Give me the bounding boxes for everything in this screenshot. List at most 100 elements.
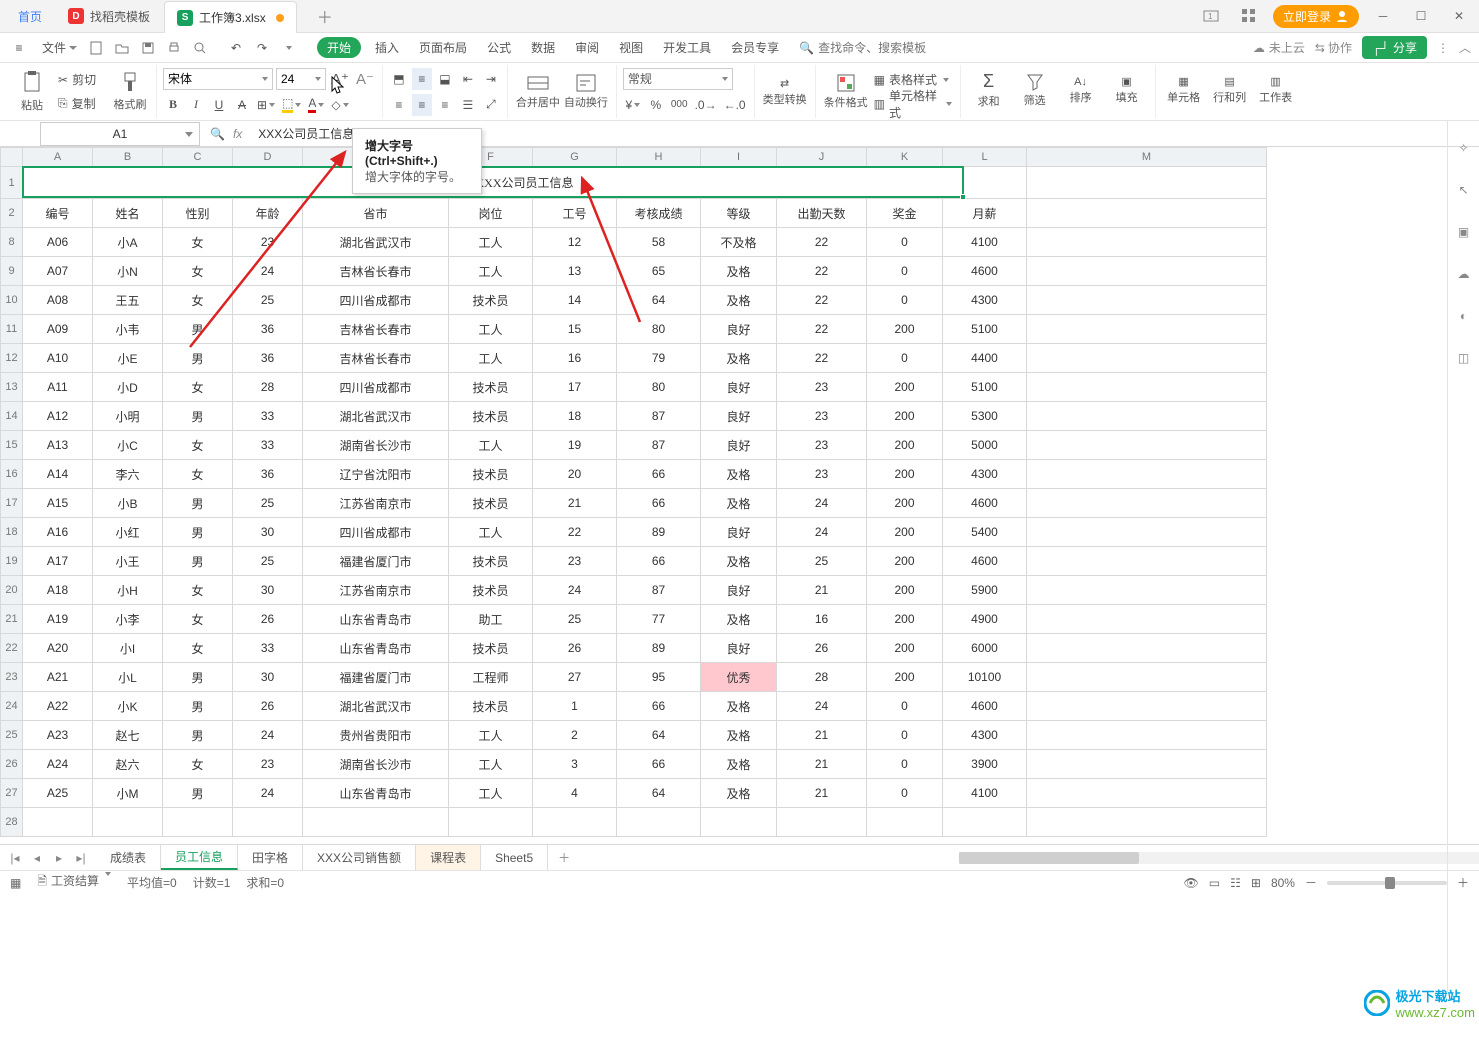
row-header[interactable]: 14 xyxy=(1,402,23,431)
fill-color-button[interactable]: ⬚ xyxy=(280,94,303,116)
sum-button[interactable]: Σ求和 xyxy=(967,65,1011,115)
row-header[interactable]: 8 xyxy=(1,228,23,257)
cell[interactable]: 四川省成都市 xyxy=(303,373,449,402)
cell[interactable]: 33 xyxy=(233,431,303,460)
cell[interactable]: 200 xyxy=(867,489,943,518)
cell[interactable]: A18 xyxy=(23,576,93,605)
cell[interactable]: 及格 xyxy=(701,547,777,576)
cell[interactable]: 36 xyxy=(233,460,303,489)
view-eye-icon[interactable]: 👁 xyxy=(1184,876,1199,890)
cell[interactable]: A07 xyxy=(23,257,93,286)
cell[interactable]: 吉林省长春市 xyxy=(303,315,449,344)
font-name-input[interactable] xyxy=(168,72,260,86)
cell[interactable]: 工人 xyxy=(449,257,533,286)
cell[interactable]: 25 xyxy=(777,547,867,576)
col-header[interactable]: I xyxy=(701,148,777,167)
cell[interactable]: 80 xyxy=(617,373,701,402)
cell[interactable]: 6000 xyxy=(943,634,1027,663)
command-search[interactable]: 🔍 xyxy=(799,41,938,55)
cell[interactable]: 小I xyxy=(93,634,163,663)
cell[interactable]: 小B xyxy=(93,489,163,518)
cell[interactable]: A24 xyxy=(23,750,93,779)
cell[interactable] xyxy=(1027,167,1267,199)
row-header[interactable]: 24 xyxy=(1,692,23,721)
cell[interactable]: 200 xyxy=(867,431,943,460)
cell[interactable]: 男 xyxy=(163,489,233,518)
cell[interactable]: 4100 xyxy=(943,228,1027,257)
cell[interactable]: A17 xyxy=(23,547,93,576)
cell[interactable]: 17 xyxy=(533,373,617,402)
cell[interactable]: 山东省青岛市 xyxy=(303,605,449,634)
cell[interactable] xyxy=(1027,692,1267,721)
decimal-dec-button[interactable]: ←.0 xyxy=(722,94,748,116)
cell[interactable]: 24 xyxy=(233,779,303,808)
cell[interactable]: 30 xyxy=(233,576,303,605)
sheet-tab[interactable]: 课程表 xyxy=(416,845,481,870)
select-all-corner[interactable] xyxy=(1,148,23,167)
app-menu-icon[interactable]: ≡ xyxy=(8,37,30,59)
cell[interactable]: 66 xyxy=(617,692,701,721)
cell[interactable]: 22 xyxy=(777,228,867,257)
cell[interactable]: 工人 xyxy=(449,518,533,547)
cell[interactable]: 及格 xyxy=(701,344,777,373)
cell[interactable]: 女 xyxy=(163,634,233,663)
cell[interactable] xyxy=(1027,199,1267,228)
cell[interactable]: A10 xyxy=(23,344,93,373)
bold-button[interactable]: B xyxy=(163,94,183,116)
cell[interactable]: 工人 xyxy=(449,779,533,808)
cell[interactable]: 200 xyxy=(867,605,943,634)
col-header[interactable]: M xyxy=(1027,148,1267,167)
row-header[interactable]: 27 xyxy=(1,779,23,808)
cell[interactable]: 26 xyxy=(233,605,303,634)
cell[interactable]: 考核成绩 xyxy=(617,199,701,228)
cell[interactable]: 28 xyxy=(233,373,303,402)
decimal-inc-button[interactable]: .0→ xyxy=(693,94,719,116)
cell[interactable]: 小C xyxy=(93,431,163,460)
cell[interactable]: 男 xyxy=(163,518,233,547)
cell[interactable]: 87 xyxy=(617,576,701,605)
cell[interactable]: 26 xyxy=(533,634,617,663)
row-header[interactable]: 25 xyxy=(1,721,23,750)
file-menu[interactable]: 文件 xyxy=(34,39,85,56)
cell[interactable]: 23 xyxy=(233,750,303,779)
cell[interactable]: 良好 xyxy=(701,402,777,431)
cell[interactable] xyxy=(617,808,701,837)
cell[interactable]: 男 xyxy=(163,663,233,692)
cell[interactable]: A15 xyxy=(23,489,93,518)
cell[interactable]: 女 xyxy=(163,460,233,489)
row-header[interactable]: 23 xyxy=(1,663,23,692)
cell[interactable]: 小韦 xyxy=(93,315,163,344)
cell[interactable]: 女 xyxy=(163,257,233,286)
col-header[interactable]: K xyxy=(867,148,943,167)
new-tab-button[interactable]: ＋ xyxy=(299,1,351,31)
cell[interactable]: 1 xyxy=(533,692,617,721)
cell[interactable]: 22 xyxy=(777,315,867,344)
cell[interactable]: 23 xyxy=(777,402,867,431)
redo-button[interactable]: ↷ xyxy=(251,37,273,59)
tab-templates[interactable]: D 找稻壳模板 xyxy=(56,1,162,31)
cell[interactable]: 贵州省贵阳市 xyxy=(303,721,449,750)
cell[interactable]: 5300 xyxy=(943,402,1027,431)
cell[interactable]: 5100 xyxy=(943,315,1027,344)
cell[interactable]: 58 xyxy=(617,228,701,257)
cell[interactable]: 16 xyxy=(533,344,617,373)
h-scrollbar[interactable] xyxy=(959,852,1479,864)
cell[interactable]: 36 xyxy=(233,315,303,344)
cell[interactable]: 21 xyxy=(777,576,867,605)
indent-dec-button[interactable]: ⇤ xyxy=(458,68,478,90)
cell[interactable] xyxy=(1027,257,1267,286)
cell[interactable]: 工人 xyxy=(449,228,533,257)
cell[interactable]: 小王 xyxy=(93,547,163,576)
qat-open-icon[interactable] xyxy=(111,37,133,59)
sheet-tab[interactable]: 成绩表 xyxy=(96,845,161,870)
cell[interactable]: 200 xyxy=(867,460,943,489)
cell[interactable]: 赵七 xyxy=(93,721,163,750)
cell[interactable]: 湖南省长沙市 xyxy=(303,750,449,779)
rowcol-button[interactable]: ▤行和列 xyxy=(1208,65,1252,115)
add-sheet-button[interactable]: ＋ xyxy=(548,849,580,866)
cell[interactable]: 19 xyxy=(533,431,617,460)
cell[interactable]: 28 xyxy=(777,663,867,692)
underline-button[interactable]: U xyxy=(209,94,229,116)
rail-backup-icon[interactable]: ☁ xyxy=(1458,267,1470,281)
indent-inc-button[interactable]: ⇥ xyxy=(481,68,501,90)
